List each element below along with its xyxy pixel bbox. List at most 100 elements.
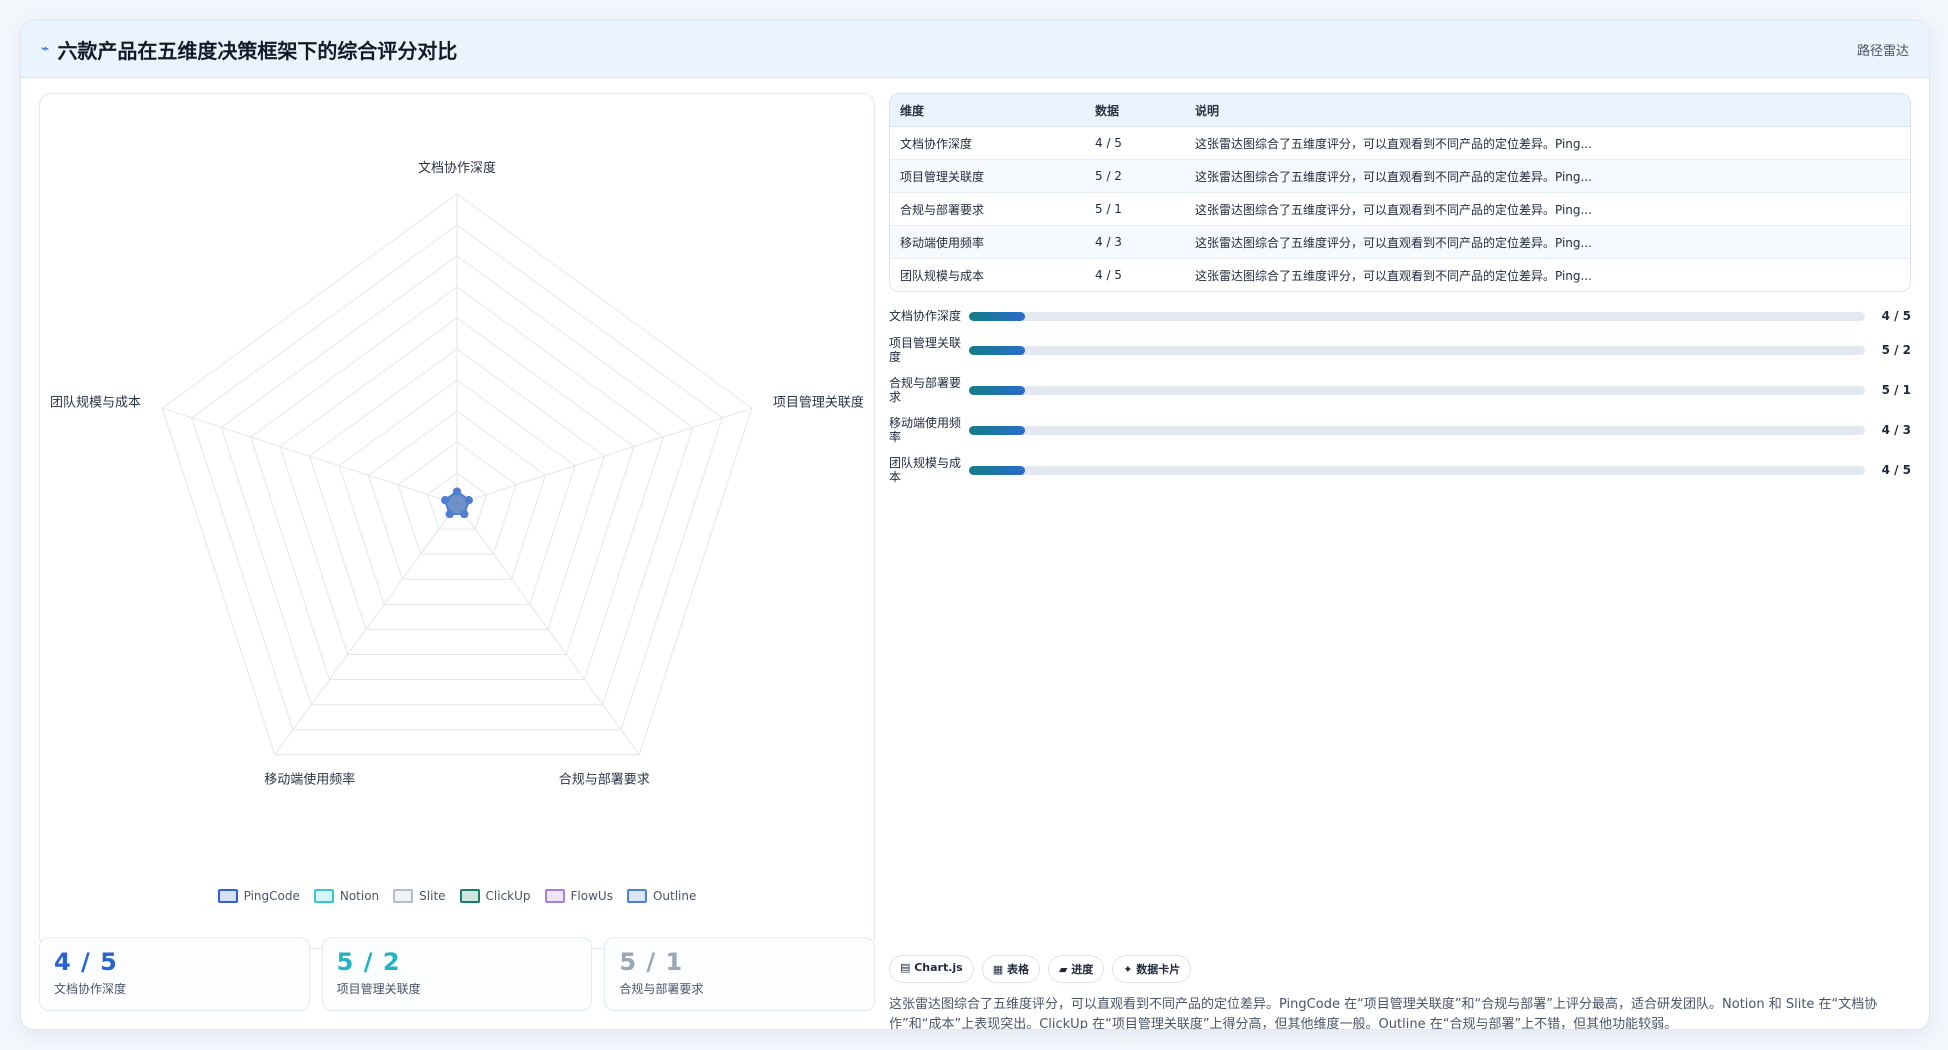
right-panel: 维度 数据 说明 文档协作深度 4 / 5 这张雷达图综合了五维度评分，可以直观… [889,93,1911,1029]
table-header-description: 说明 [1185,94,1910,127]
chip-table[interactable]: ▦ 表格 [981,955,1040,983]
legend-label: Outline [652,889,697,903]
cell-data: 4 / 3 [1085,225,1185,259]
legend-label: Slite [419,889,446,903]
legend-swatch [544,889,565,903]
main-card: ⌁ 六款产品在五维度决策框架下的综合评分对比 路径雷达 文档协作深度 项目管理关联… [20,20,1930,1030]
progress-fill [969,345,1026,355]
radar-axis-label: 合规与部署要求 [559,772,650,787]
legend-item[interactable]: PingCode [217,889,300,903]
progress-value: 4 / 5 [1881,309,1911,323]
progress-label: 项目管理关联度 [889,336,962,364]
header: ⌁ 六款产品在五维度决策框架下的综合评分对比 路径雷达 [21,21,1929,78]
progress-track [969,425,1865,435]
radar-axis-label: 项目管理关联度 [773,395,864,411]
legend-label: Notion [339,889,380,903]
cell-dimension: 移动端使用频率 [890,225,1085,259]
legend-label: FlowUs [570,889,613,903]
radar-chart: 文档协作深度项目管理关联度合规与部署要求 移动端使用频率 团队规模与成本 [50,160,864,787]
progress-row: 文档协作深度 4 / 5 [889,302,1911,330]
progress-value: 4 / 3 [1881,423,1911,437]
radar-point [464,496,473,505]
cell-data: 4 / 5 [1095,268,1122,282]
legend-swatch [313,889,334,903]
table-row: 项目管理关联度 5 / 2 这张雷达图综合了五维度评分，可以直观看到不同产品的定… [890,159,1910,193]
progress-fill [969,465,1026,475]
legend-swatch [459,889,480,903]
cell-data: 5 / 1 [1085,192,1185,226]
legend-swatch [393,889,414,903]
progress-label: 合规与部署要求 [889,376,962,404]
progress-label: 团队规模与成本 [889,456,962,484]
legend-item[interactable]: Notion [313,889,380,903]
cell-dimension: 团队规模与成本 [900,268,985,283]
radar-spoke [162,407,458,505]
legend-item[interactable]: ClickUp [459,889,531,903]
legend-label: PingCode [243,889,300,903]
kpi-card: 5 / 1 合规与部署要求 [604,937,876,1011]
cell-description: 这张雷达图综合了五维度评分，可以直观看到不同产品的定位差异。Ping... [1185,159,1910,193]
table-row: 合规与部署要求 5 / 1 这张雷达图综合了五维度评分，可以直观看到不同产品的定… [890,192,1910,226]
page-title: ⌁ 六款产品在五维度决策框架下的综合评分对比 [41,35,457,64]
progress-label: 文档协作深度 [889,309,962,323]
legend-label: ClickUp [485,889,531,903]
progress-fill [969,425,1026,435]
chart-legend: PingCode Notion Slite ClickUp FlowUs Outline [40,889,874,903]
progress-track [969,345,1865,355]
table-row: 文档协作深度 4 / 5 这张雷达图综合了五维度评分，可以直观看到不同产品的定位… [890,126,1910,160]
view-chips: ▤ Chart.js ▦ 表格 ▰ 进度 ✦ 数据卡片 [889,955,1192,983]
chart-type-tag: 路径雷达 [1856,43,1909,59]
table-header-row: 维度 数据 说明 [890,94,1910,127]
progress-fill [969,385,1026,395]
cell-data: 5 / 2 [1085,159,1185,193]
chip-chartjs[interactable]: ▤ Chart.js [889,955,974,983]
chip-progress[interactable]: ▰ 进度 [1047,955,1105,983]
progress-track [969,465,1865,475]
cell-description: 这张雷达图综合了五维度评分，可以直观看到不同产品的定位差异。Ping... [1185,225,1910,259]
kpi-value: 4 / 5 [54,948,118,976]
radar-axis-label: 团队规模与成本 [50,396,141,411]
progress-track [969,385,1865,395]
progress-row: 合规与部署要求 5 / 1 [889,370,1911,410]
cell-dimension: 合规与部署要求 [890,192,1085,226]
progress-value: 5 / 1 [1881,383,1911,397]
progress-row: 项目管理关联度 5 / 2 [889,330,1911,370]
progress-bars: 文档协作深度 4 / 5 项目管理关联度 5 / 2 合规与部署要求 5 / 1 移动端使用… [889,302,1911,490]
legend-swatch [626,889,647,903]
radar-spoke [456,407,752,505]
radar-point [453,487,461,496]
radar-axis-label: 文档协作深度 [418,160,496,176]
cell-description: 这张雷达图综合了五维度评分，可以直观看到不同产品的定位差异。Ping... [1185,192,1910,226]
cell-description: 这张雷达图综合了五维度评分，可以直观看到不同产品的定位差异。Ping... [1185,126,1910,160]
cell-data: 4 / 5 [1085,126,1185,160]
legend-item[interactable]: Slite [393,889,446,903]
chip-data-cards[interactable]: ✦ 数据卡片 [1112,955,1192,983]
progress-row: 团队规模与成本 4 / 5 [889,450,1911,490]
radar-point [441,496,450,505]
progress-value: 4 / 5 [1881,463,1911,477]
kpi-cards: 4 / 5 文档协作深度 5 / 2 项目管理关联度 5 / 1 合规与部署要求 [39,937,876,1011]
radar-point [445,510,454,519]
table-row: 移动端使用频率 4 / 3 这张雷达图综合了五维度评分，可以直观看到不同产品的定… [890,225,1910,259]
kpi-label: 合规与部署要求 [619,982,704,996]
kpi-card: 5 / 2 项目管理关联度 [321,937,593,1011]
summary-text: 这张雷达图综合了五维度评分，可以直观看到不同产品的定位差异。PingCode 在… [889,997,1878,1030]
kpi-card: 4 / 5 文档协作深度 [39,937,310,1011]
radar-point [460,510,469,519]
page-title-text: 六款产品在五维度决策框架下的综合评分对比 [57,38,458,63]
progress-label: 移动端使用频率 [889,416,962,444]
cell-dimension: 项目管理关联度 [890,159,1085,193]
legend-swatch [217,889,238,903]
cell-description: 这张雷达图综合了五维度评分，可以直观看到不同产品的定位差异。Ping... [1195,268,1592,283]
data-table: 维度 数据 说明 文档协作深度 4 / 5 这张雷达图综合了五维度评分，可以直观… [889,93,1911,292]
cell-dimension: 文档协作深度 [890,126,1085,160]
table-header-data: 数据 [1085,94,1185,127]
radar-axis-label: 移动端使用频率 [264,771,355,787]
progress-value: 5 / 2 [1881,343,1911,357]
legend-item[interactable]: Outline [626,889,697,903]
kpi-label: 项目管理关联度 [336,982,421,996]
kpi-value: 5 / 1 [619,948,684,976]
legend-item[interactable]: FlowUs [544,889,613,903]
progress-row: 移动端使用频率 4 / 3 [889,410,1911,450]
kpi-value: 5 / 2 [336,948,401,976]
